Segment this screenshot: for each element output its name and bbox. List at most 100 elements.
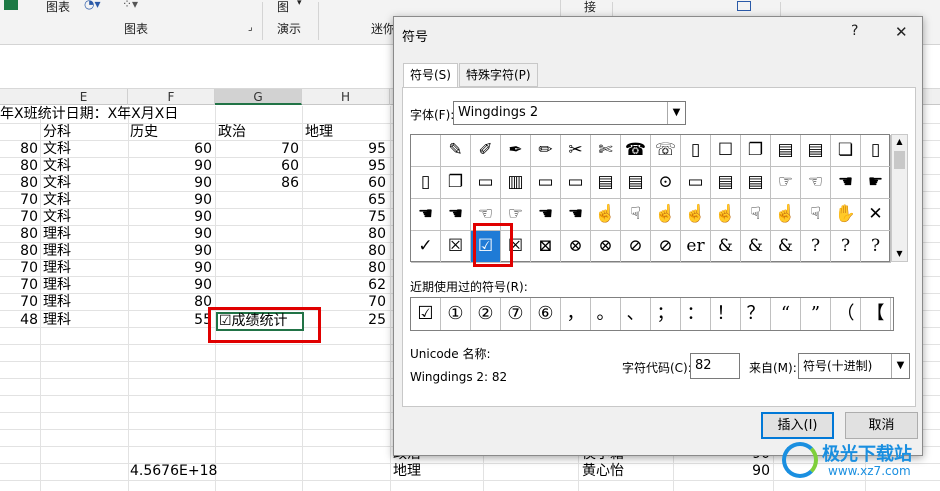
cell-a[interactable]: 70 <box>0 277 38 294</box>
recent-symbol-cell[interactable]: ② <box>471 298 501 330</box>
symbol-cell[interactable]: ✋ <box>831 199 861 231</box>
symbol-cell[interactable]: ✒ <box>501 135 531 167</box>
symbol-cell[interactable]: ☐ <box>711 135 741 167</box>
symbol-cell[interactable]: ☝ <box>591 199 621 231</box>
cell-subject[interactable]: 理科 <box>43 312 71 329</box>
recent-symbol-cell[interactable]: ” <box>801 298 831 330</box>
scatter-chart-icon[interactable]: ⁘▾ <box>122 0 138 11</box>
cell-politics[interactable]: 60 <box>215 158 299 175</box>
cell-c2[interactable]: 黄心怡 <box>582 463 624 480</box>
cell-geo[interactable]: 80 <box>302 260 386 277</box>
cell-history[interactable]: 90 <box>128 226 212 243</box>
symbol-cell[interactable]: ⊘ <box>621 231 651 263</box>
symbol-cell[interactable]: & <box>741 231 771 263</box>
recent-symbol-cell[interactable]: ⑥ <box>531 298 561 330</box>
sheet-title-cell[interactable]: 年X班统计日期：X年X月X日 <box>0 106 178 123</box>
recent-symbol-cell[interactable]: 。 <box>591 298 621 330</box>
recent-symbol-cell[interactable]: ！ <box>711 298 741 330</box>
symbol-cell[interactable]: ▭ <box>561 167 591 199</box>
scroll-thumb[interactable] <box>894 151 905 169</box>
symbol-cell[interactable]: ☝ <box>771 199 801 231</box>
symbol-cell[interactable]: ▤ <box>801 135 831 167</box>
symbol-cell[interactable]: ❐ <box>441 167 471 199</box>
chevron-down-icon[interactable]: ▾ <box>297 0 302 8</box>
recent-symbol-cell[interactable]: 、 <box>621 298 651 330</box>
symbol-cell[interactable]: ✄ <box>591 135 621 167</box>
symbol-cell[interactable]: ▭ <box>531 167 561 199</box>
dialog-launcher-icon[interactable]: ⌟ <box>248 22 253 33</box>
recent-symbol-cell[interactable]: ⑦ <box>501 298 531 330</box>
cell-subject[interactable]: 文科 <box>43 192 71 209</box>
header-geography[interactable]: 地理 <box>305 124 333 141</box>
textbox-icon[interactable] <box>737 1 751 11</box>
symbol-cell[interactable]: ☚ <box>531 199 561 231</box>
symbol-cell[interactable]: ▭ <box>471 167 501 199</box>
cell-geo[interactable]: 80 <box>302 226 386 243</box>
symbol-cell[interactable]: ⊙ <box>651 167 681 199</box>
cell-history[interactable]: 90 <box>128 158 212 175</box>
recent-symbol-cell[interactable]: ， <box>561 298 591 330</box>
insert-button[interactable]: 插入(I) <box>761 412 834 439</box>
cell-a[interactable]: 80 <box>0 243 38 260</box>
header-politics[interactable]: 政治 <box>218 124 246 141</box>
symbol-grid-scrollbar[interactable]: ▲ ▼ <box>891 134 908 262</box>
recent-symbol-cell[interactable]: ； <box>651 298 681 330</box>
cell-a[interactable]: 80 <box>0 141 38 158</box>
cell-subject[interactable]: 文科 <box>43 209 71 226</box>
chart-button[interactable]: 图表 <box>46 0 70 15</box>
cell-subject[interactable]: 文科 <box>43 141 71 158</box>
symbol-cell[interactable]: ▯ <box>411 167 441 199</box>
symbol-cell[interactable]: ☝ <box>711 199 741 231</box>
symbol-cell[interactable]: ✏ <box>531 135 561 167</box>
symbol-cell[interactable]: ▤ <box>741 167 771 199</box>
cell-a[interactable]: 80 <box>0 175 38 192</box>
cell-history[interactable]: 55 <box>128 312 212 329</box>
symbol-cell[interactable]: ⊗ <box>561 231 591 263</box>
recent-symbol-cell[interactable]: ？ <box>741 298 771 330</box>
cell-a[interactable]: 80 <box>0 158 38 175</box>
link-button[interactable]: 接 <box>584 0 596 15</box>
column-header-g[interactable]: G <box>215 89 302 105</box>
symbol-cell[interactable]: ☎ <box>621 135 651 167</box>
scroll-down-icon[interactable]: ▼ <box>892 247 907 261</box>
symbol-cell[interactable]: ☚ <box>561 199 591 231</box>
symbol-cell[interactable]: ? <box>861 231 891 263</box>
cell-subject[interactable]: 理科 <box>43 294 71 311</box>
header-history[interactable]: 历史 <box>130 124 158 141</box>
tab-symbols[interactable]: 符号(S) <box>403 63 458 88</box>
column-header-h[interactable]: H <box>302 89 390 105</box>
cell-history[interactable]: 90 <box>128 277 212 294</box>
cell-history[interactable]: 90 <box>128 243 212 260</box>
symbol-cell[interactable]: & <box>711 231 741 263</box>
cell-a[interactable]: 80 <box>0 226 38 243</box>
symbol-cell[interactable]: ? <box>801 231 831 263</box>
cell-history[interactable]: 90 <box>128 175 212 192</box>
symbol-cell[interactable]: ▤ <box>591 167 621 199</box>
recent-symbol-cell[interactable]: ☑ <box>411 298 441 330</box>
cell-history[interactable]: 90 <box>128 192 212 209</box>
symbol-cell[interactable]: ⊘ <box>651 231 681 263</box>
recent-symbol-cell[interactable]: （ <box>831 298 861 330</box>
chevron-down-icon[interactable]: ▼ <box>891 354 909 378</box>
font-select[interactable]: Wingdings 2 ▼ <box>453 101 686 125</box>
cell-subject[interactable]: 文科 <box>43 175 71 192</box>
cell-a[interactable]: 70 <box>0 209 38 226</box>
header-subject[interactable]: 分科 <box>43 124 71 141</box>
recent-symbol-cell[interactable]: “ <box>771 298 801 330</box>
cell-a[interactable]: 70 <box>0 294 38 311</box>
recent-symbol-cell[interactable]: 【 <box>861 298 891 330</box>
symbol-cell[interactable]: ☟ <box>801 199 831 231</box>
cell-history[interactable]: 90 <box>128 260 212 277</box>
excel-icon[interactable] <box>4 0 18 10</box>
symbol-cell[interactable]: ☜ <box>801 167 831 199</box>
cell-c3[interactable]: 90 <box>673 463 770 480</box>
chevron-down-icon[interactable]: ▼ <box>667 102 685 124</box>
symbol-cell[interactable]: ✕ <box>861 199 891 231</box>
cell-history[interactable]: 60 <box>128 141 212 158</box>
column-header-e[interactable]: E <box>40 89 128 105</box>
scroll-up-icon[interactable]: ▲ <box>892 135 907 149</box>
map-button[interactable]: 图 <box>277 0 289 15</box>
symbol-cell[interactable]: er <box>681 231 711 263</box>
close-icon[interactable]: ✕ <box>895 23 908 41</box>
symbol-cell[interactable]: ❏ <box>831 135 861 167</box>
